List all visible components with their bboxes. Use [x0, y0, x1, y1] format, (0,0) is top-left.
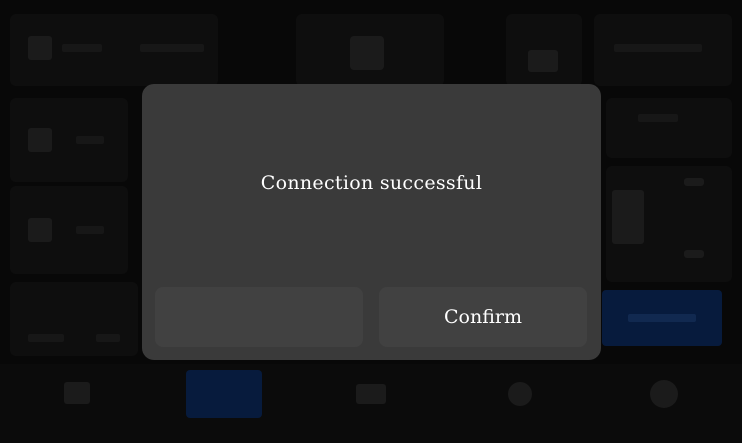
confirm-button[interactable]: Confirm: [379, 287, 587, 347]
app-screen: Connection successful Confirm: [0, 0, 742, 443]
connection-dialog: Connection successful Confirm: [142, 84, 601, 360]
dialog-message: Connection successful: [260, 172, 483, 194]
cancel-button[interactable]: [155, 287, 363, 347]
